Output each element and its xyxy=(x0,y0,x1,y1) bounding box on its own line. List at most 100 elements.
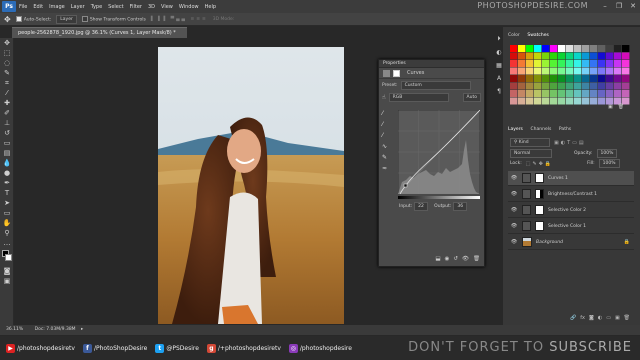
swatch-cell[interactable] xyxy=(510,90,518,97)
delete-layer-icon[interactable]: 🗑 xyxy=(624,315,630,321)
swatch-cell[interactable] xyxy=(542,60,550,67)
document-tab[interactable]: people-2562878_1920.jpg @ 36.1% (Curves … xyxy=(12,27,187,38)
swatch-cell[interactable] xyxy=(558,60,566,67)
kind-dropdown[interactable]: ⚲ Kind xyxy=(510,138,550,147)
swatch-cell[interactable] xyxy=(518,60,526,67)
eyedropper-tool-icon[interactable]: ⁄ xyxy=(2,88,12,98)
screen-mode-icon[interactable]: ▣ xyxy=(2,276,12,286)
menu-window[interactable]: Window xyxy=(179,4,199,10)
swatch-cell[interactable] xyxy=(598,60,606,67)
shape-tool-icon[interactable]: ▭ xyxy=(2,208,12,218)
swatch-cell[interactable] xyxy=(542,52,550,60)
eyedropper-black-icon[interactable]: ⁄ xyxy=(382,110,390,117)
swatch-cell[interactable] xyxy=(526,60,534,67)
menu-layer[interactable]: Layer xyxy=(71,4,85,10)
swatch-cell[interactable] xyxy=(590,60,598,67)
swatch-cell[interactable] xyxy=(598,82,606,90)
swatch-cell[interactable] xyxy=(606,75,614,82)
swatch-cell[interactable] xyxy=(622,90,630,97)
quick-mask-icon[interactable]: ◙ xyxy=(2,266,12,276)
menu-file[interactable]: File xyxy=(19,4,27,10)
eyedropper-white-icon[interactable]: ⁄ xyxy=(382,132,390,139)
pen-tool-icon[interactable]: ✒ xyxy=(2,178,12,188)
curves-graph[interactable] xyxy=(398,110,480,194)
close-icon[interactable]: ✕ xyxy=(628,1,638,11)
swatch-cell[interactable] xyxy=(542,90,550,97)
paragraph-icon[interactable]: ¶ xyxy=(497,88,501,95)
libraries-icon[interactable]: ▦ xyxy=(496,62,502,69)
swatch-cell[interactable] xyxy=(574,90,582,97)
swatch-cell[interactable] xyxy=(622,52,630,60)
dodge-tool-icon[interactable]: ● xyxy=(2,168,12,178)
swatch-cell[interactable] xyxy=(526,52,534,60)
swatch-cell[interactable] xyxy=(558,75,566,82)
swatch-cell[interactable] xyxy=(550,52,558,60)
menu-filter[interactable]: Filter xyxy=(130,4,142,10)
swatch-cell[interactable] xyxy=(590,45,598,52)
swatch-cell[interactable] xyxy=(606,52,614,60)
swatch-cell[interactable] xyxy=(542,82,550,90)
swatch-cell[interactable] xyxy=(566,45,574,52)
status-arrow-icon[interactable]: ▸ xyxy=(81,327,83,332)
visibility-icon[interactable]: 👁 xyxy=(462,256,469,262)
auto-select-dropdown[interactable]: Layer xyxy=(56,14,77,24)
mask-thumbnail[interactable] xyxy=(535,189,544,199)
layer-row[interactable]: 👁 Curves 1 xyxy=(508,171,634,186)
lock-icons[interactable]: ⬚✎✥🔒 xyxy=(526,161,553,167)
history-brush-tool-icon[interactable]: ↺ xyxy=(2,128,12,138)
swatch-cell[interactable] xyxy=(614,45,622,52)
swatch-cell[interactable] xyxy=(534,75,542,82)
swatch-cell[interactable] xyxy=(566,67,574,75)
swatch-cell[interactable] xyxy=(590,75,598,82)
swatch-cell[interactable] xyxy=(510,75,518,82)
swatch-cell[interactable] xyxy=(534,90,542,97)
swatch-cell[interactable] xyxy=(510,67,518,75)
swatch-cell[interactable] xyxy=(526,67,534,75)
swatch-cell[interactable] xyxy=(582,60,590,67)
reset-icon[interactable]: ↺ xyxy=(453,256,458,262)
opacity-field[interactable]: 100% xyxy=(596,149,618,158)
more-tools-icon[interactable]: … xyxy=(2,238,12,248)
social-youtube[interactable]: ▶/photoshopdesiretv xyxy=(6,343,75,353)
swatch-cell[interactable] xyxy=(614,75,622,82)
swatch-cell[interactable] xyxy=(590,52,598,60)
swatch-cell[interactable] xyxy=(550,60,558,67)
swatch-cell[interactable] xyxy=(598,75,606,82)
swatch-cell[interactable] xyxy=(582,75,590,82)
swatch-cell[interactable] xyxy=(606,90,614,97)
tab-paths[interactable]: Paths xyxy=(559,127,571,132)
adjust-icon[interactable]: ◐ xyxy=(496,49,501,56)
layer-row[interactable]: 👁 Brightness/Contrast 1 xyxy=(508,187,634,202)
type-tool-icon[interactable]: T xyxy=(2,188,12,198)
auto-select-checkbox[interactable]: Auto-Select: xyxy=(15,15,51,22)
new-swatch-icon[interactable]: ▣ xyxy=(608,104,613,110)
tab-layers[interactable]: Layers xyxy=(508,127,523,132)
swatch-cell[interactable] xyxy=(590,90,598,97)
swatch-cell[interactable] xyxy=(558,45,566,52)
preset-dropdown[interactable]: Custom xyxy=(400,81,471,90)
swatch-cell[interactable] xyxy=(526,82,534,90)
swatch-cell[interactable] xyxy=(566,75,574,82)
swatch-cell[interactable] xyxy=(534,82,542,90)
swatch-cell[interactable] xyxy=(574,60,582,67)
swatch-cell[interactable] xyxy=(598,52,606,60)
swatch-cell[interactable] xyxy=(558,82,566,90)
brush-tool-icon[interactable]: ✐ xyxy=(2,108,12,118)
swatch-cell[interactable] xyxy=(534,52,542,60)
social-twitter[interactable]: t @PSDesire xyxy=(155,343,199,353)
tab-swatches[interactable]: Swatches xyxy=(527,31,549,41)
mask-thumbnail[interactable] xyxy=(535,205,544,215)
tab-channels[interactable]: Channels xyxy=(531,127,552,132)
swatch-cell[interactable] xyxy=(550,90,558,97)
gradient-tool-icon[interactable]: ▤ xyxy=(2,148,12,158)
healing-tool-icon[interactable]: ✚ xyxy=(2,98,12,108)
hand-tool-icon[interactable]: ✋ xyxy=(2,218,12,228)
swatch-cell[interactable] xyxy=(566,82,574,90)
new-layer-icon[interactable]: ▣ xyxy=(615,315,620,321)
zoom-tool-icon[interactable]: ⚲ xyxy=(2,228,12,238)
minimize-icon[interactable]: – xyxy=(600,1,610,11)
swatch-cell[interactable] xyxy=(518,45,526,52)
channel-dropdown[interactable]: RGB xyxy=(388,93,449,102)
clone-stamp-tool-icon[interactable]: ⊥ xyxy=(2,118,12,128)
swatch-cell[interactable] xyxy=(614,60,622,67)
